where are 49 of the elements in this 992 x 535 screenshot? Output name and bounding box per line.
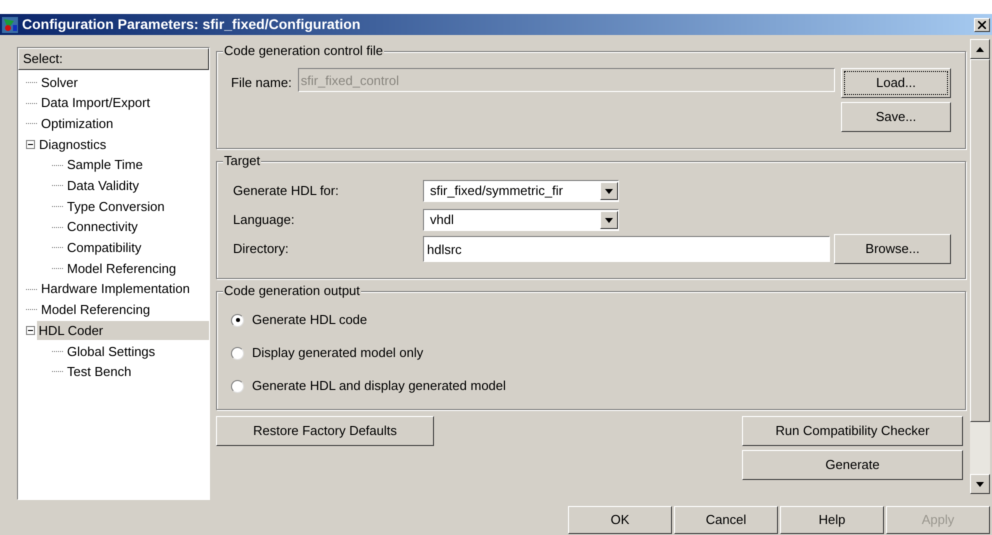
tree-item[interactable]: Type Conversion <box>65 196 167 216</box>
close-icon[interactable] <box>978 20 986 28</box>
radio-label[interactable]: Generate HDL and display generated model <box>252 376 506 396</box>
scroll-down-icon[interactable] <box>970 474 990 494</box>
directory-field[interactable]: hdlsrc <box>423 236 830 262</box>
collapse-icon[interactable] <box>26 140 35 149</box>
tree-item[interactable]: Model Referencing <box>65 258 178 278</box>
tree-item[interactable]: Data Validity <box>65 176 142 196</box>
dropdown[interactable]: sfir_fixed/symmetric_fir <box>423 180 619 202</box>
group-legend: Target <box>223 153 262 169</box>
tree-item[interactable]: HDL Coder <box>36 320 209 340</box>
action-button[interactable]: Run Compatibility Checker <box>742 416 963 446</box>
tree-item[interactable]: Data Import/Export <box>39 93 152 113</box>
dialog-button[interactable]: Help <box>780 506 884 534</box>
tree-item[interactable]: Sample Time <box>65 155 145 175</box>
dialog-button[interactable]: OK <box>568 506 672 534</box>
radio-button[interactable] <box>231 314 244 326</box>
app-icon <box>2 16 18 32</box>
dropdown[interactable]: vhdl <box>423 209 619 231</box>
tree-item[interactable]: Compatibility <box>65 238 144 258</box>
tree-item[interactable]: Test Bench <box>65 362 134 382</box>
tree-item[interactable]: Model Referencing <box>39 300 152 320</box>
scroll-up-icon[interactable] <box>970 39 990 59</box>
radio-button[interactable] <box>231 380 244 392</box>
field-label: File name: <box>231 74 292 92</box>
action-button[interactable]: Generate <box>742 450 963 480</box>
radio-button[interactable] <box>231 346 244 360</box>
scroll-thumb[interactable] <box>970 59 990 422</box>
tree-item[interactable]: Diagnostics <box>37 134 108 154</box>
restore-defaults-button[interactable]: Restore Factory Defaults <box>216 416 434 446</box>
radio-label[interactable]: Display generated model only <box>252 343 424 363</box>
close-button[interactable] <box>974 18 990 32</box>
group-legend: Code generation control file <box>223 43 384 59</box>
dialog-button[interactable]: Cancel <box>674 506 778 534</box>
scrollbar[interactable] <box>970 39 990 494</box>
collapse-icon[interactable] <box>26 326 35 336</box>
tree-item[interactable]: Optimization <box>39 114 116 134</box>
tree-item[interactable]: Global Settings <box>65 342 158 362</box>
browse-button[interactable]: Browse... <box>834 234 951 264</box>
radio-label[interactable]: Generate HDL code <box>252 310 368 330</box>
tree-item[interactable]: Hardware Implementation <box>39 279 192 299</box>
field-label: Directory: <box>233 240 290 258</box>
window-title: Configuration Parameters: sfir_fixed/Configuration <box>22 15 362 34</box>
group-legend: Code generation output <box>223 283 361 299</box>
tree-header: Select: <box>18 48 209 70</box>
tree-item[interactable]: Solver <box>39 72 80 92</box>
field-label: Language: <box>233 211 296 230</box>
field-label: Generate HDL for: <box>233 182 340 200</box>
tree-item[interactable]: Connectivity <box>65 217 140 237</box>
